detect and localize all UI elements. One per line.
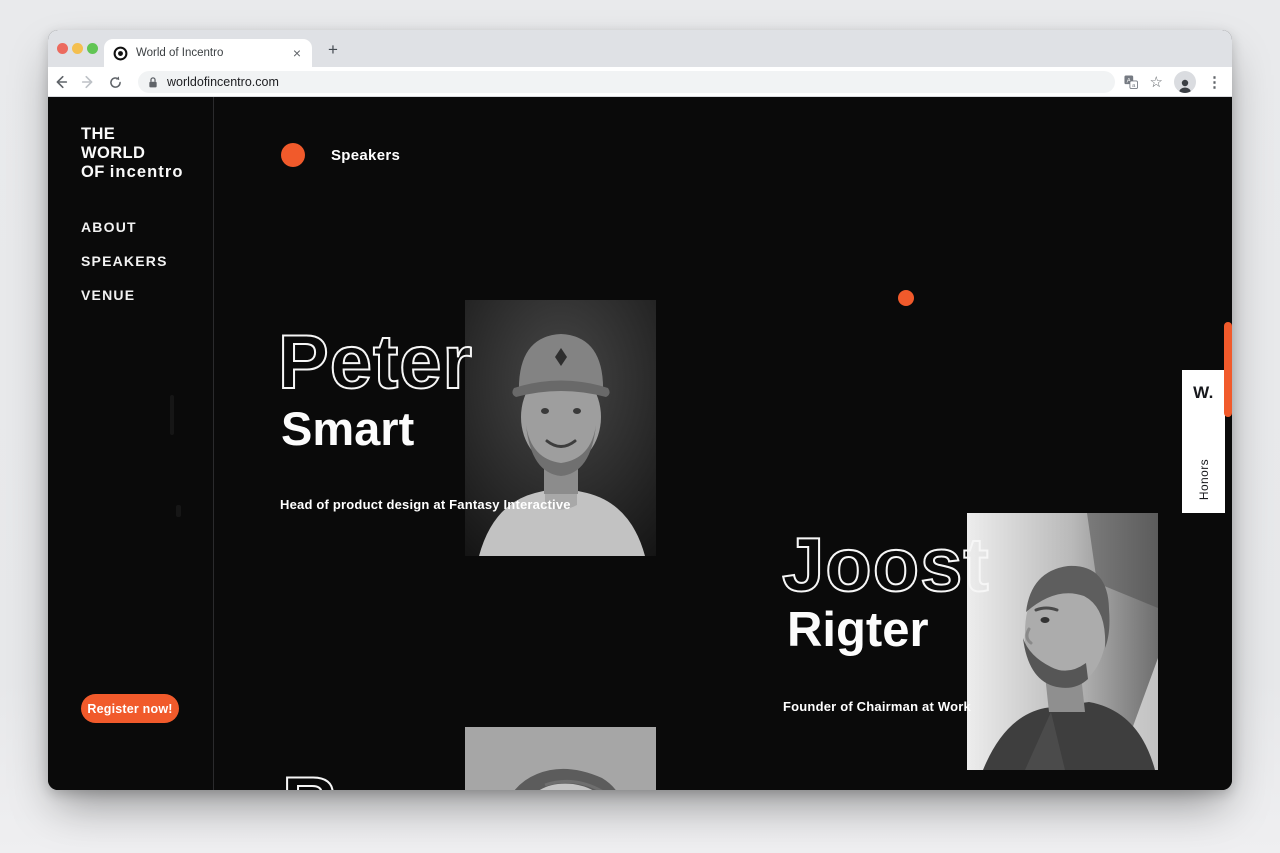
browser-window: World of Incentro × + worldofincentro.co… — [48, 30, 1232, 790]
speaker-first-name-next-partial: R — [281, 766, 338, 791]
background-speck — [176, 505, 181, 517]
address-bar: worldofincentro.com A a ☆ ⋮ — [48, 67, 1232, 97]
new-tab-button[interactable]: + — [320, 37, 346, 63]
joost-portrait-illustration — [967, 513, 1158, 770]
lock-icon[interactable] — [147, 76, 159, 89]
minimize-window-button[interactable] — [72, 43, 83, 54]
tab-title: World of Incentro — [136, 47, 224, 59]
next-portrait-illustration — [465, 727, 656, 790]
tab-close-icon[interactable]: × — [291, 45, 303, 61]
close-window-button[interactable] — [57, 43, 68, 54]
sidebar-item-about[interactable]: ABOUT — [81, 219, 168, 236]
bookmark-star-icon[interactable]: ☆ — [1150, 73, 1163, 91]
tab-bar: World of Incentro × + — [48, 30, 1232, 67]
url-text: worldofincentro.com — [167, 75, 279, 89]
window-controls — [57, 43, 98, 54]
logo-line-3: OF incentro — [81, 163, 184, 181]
awwwards-honors-badge[interactable]: W. Honors — [1182, 370, 1225, 513]
section-label: Speakers — [331, 147, 401, 164]
refresh-icon — [109, 75, 121, 88]
back-button[interactable] — [53, 74, 69, 90]
back-icon — [56, 75, 68, 89]
scrollbar-thumb[interactable] — [1224, 322, 1232, 417]
logo-brand: incentro — [109, 163, 184, 181]
url-field[interactable]: worldofincentro.com — [138, 71, 1115, 93]
awwwards-label: Honors — [1196, 458, 1211, 500]
person-icon — [1178, 79, 1192, 93]
section-accent-dot — [281, 143, 305, 167]
accent-dot — [898, 290, 914, 306]
sidebar-divider — [213, 97, 214, 790]
translate-button[interactable]: A a — [1123, 74, 1139, 90]
sidebar-item-venue[interactable]: VENUE — [81, 287, 168, 304]
speaker-photo-peter — [465, 300, 656, 556]
speaker-role-peter: Head of product design at Fantasy Intera… — [280, 497, 571, 512]
register-button[interactable]: Register now! — [81, 694, 179, 723]
profile-avatar[interactable] — [1174, 71, 1196, 93]
speaker-last-name-peter: Smart — [281, 402, 415, 455]
peter-portrait-illustration — [465, 300, 656, 556]
logo-line-1: THE — [81, 125, 116, 143]
forward-button[interactable] — [80, 74, 96, 90]
speaker-first-name-peter: Peter — [277, 320, 474, 405]
speaker-last-name-joost: Rigter — [787, 603, 929, 657]
background-speck — [170, 395, 174, 435]
sidebar-nav: ABOUT SPEAKERS VENUE — [81, 219, 168, 304]
speaker-role-joost: Founder of Chairman at Work — [783, 699, 971, 714]
speaker-first-name-joost: Joost — [781, 523, 990, 608]
browser-tab[interactable]: World of Incentro × — [104, 39, 312, 67]
browser-menu-icon[interactable]: ⋮ — [1207, 73, 1222, 91]
site-logo: THE WORLD OF incentro — [81, 125, 184, 182]
speaker-photo-next — [465, 727, 656, 790]
site-favicon — [113, 46, 128, 60]
refresh-button[interactable] — [107, 74, 123, 90]
forward-icon — [81, 75, 93, 89]
page-viewport: THE WORLD OF incentro ABOUT SPEAKERS VEN… — [48, 97, 1232, 790]
translate-icon: A a — [1124, 75, 1138, 89]
awwwards-logo: W. — [1193, 383, 1214, 402]
sidebar-item-speakers[interactable]: SPEAKERS — [81, 253, 168, 270]
zoom-window-button[interactable] — [87, 43, 98, 54]
logo-line-2: WORLD — [81, 144, 146, 162]
speaker-photo-joost — [967, 513, 1158, 770]
